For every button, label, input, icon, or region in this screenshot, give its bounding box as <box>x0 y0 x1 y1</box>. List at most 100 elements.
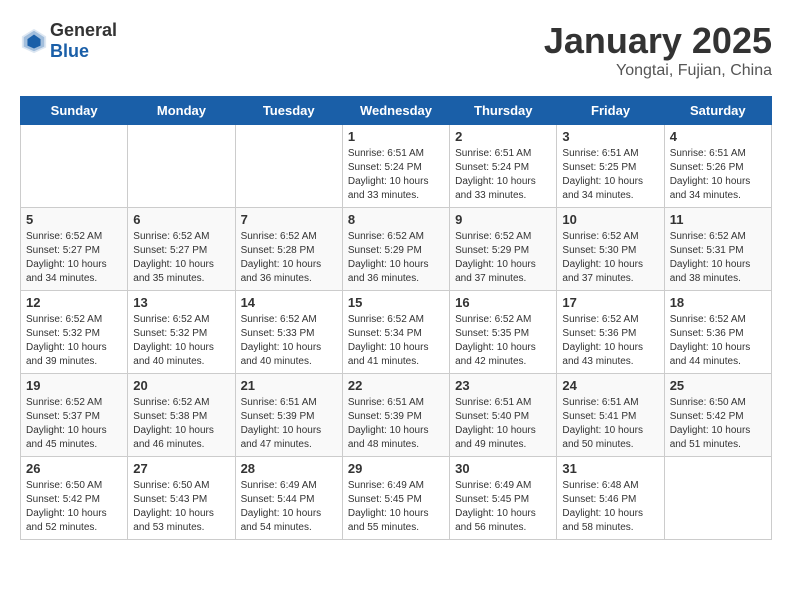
day-number: 4 <box>670 129 766 144</box>
day-number: 21 <box>241 378 337 393</box>
day-info: Sunrise: 6:51 AMSunset: 5:26 PMDaylight:… <box>670 147 766 203</box>
day-info: Sunrise: 6:50 AMSunset: 5:42 PMDaylight:… <box>26 479 122 535</box>
calendar-cell: 9 Sunrise: 6:52 AMSunset: 5:29 PMDaylight… <box>450 208 557 291</box>
calendar-cell: 17Sunrise: 6:52 AMSunset: 5:36 PMDayligh… <box>557 291 664 374</box>
day-number: 23 <box>455 378 551 393</box>
day-info: Sunrise: 6:52 AMSunset: 5:32 PMDaylight:… <box>26 313 122 369</box>
day-number: 9 <box>455 212 551 227</box>
calendar-cell: 16 Sunrise: 6:52 AMSunset: 5:35 PMDayligh… <box>450 291 557 374</box>
calendar-cell: 3Sunrise: 6:51 AMSunset: 5:25 PMDaylight… <box>557 125 664 208</box>
calendar-cell: 24 Sunrise: 6:51 AMSunset: 5:41 PMDayligh… <box>557 374 664 457</box>
day-number: 18 <box>670 295 766 310</box>
day-info: Sunrise: 6:52 AMSunset: 5:28 PMDaylight:… <box>241 230 337 286</box>
calendar-cell <box>128 125 235 208</box>
calendar-cell: 22 Sunrise: 6:51 AMSunset: 5:39 PMDayligh… <box>342 374 449 457</box>
day-info: Sunrise: 6:49 AMSunset: 5:45 PMDaylight:… <box>348 479 444 535</box>
day-number: 11 <box>670 212 766 227</box>
day-number: 16 <box>455 295 551 310</box>
weekday-header: Friday <box>557 97 664 125</box>
day-info: Sunrise: 6:52 AMSunset: 5:27 PMDaylight:… <box>133 230 229 286</box>
day-number: 24 <box>562 378 658 393</box>
calendar-table: SundayMondayTuesdayWednesdayThursdayFrid… <box>20 96 772 540</box>
calendar-week-row: 1 Sunrise: 6:51 AMSunset: 5:24 PMDaylight… <box>21 125 772 208</box>
calendar-cell: 20 Sunrise: 6:52 AMSunset: 5:38 PMDayligh… <box>128 374 235 457</box>
weekday-header: Tuesday <box>235 97 342 125</box>
calendar-week-row: 26 Sunrise: 6:50 AMSunset: 5:42 PMDayligh… <box>21 457 772 540</box>
day-info: Sunrise: 6:52 AMSunset: 5:34 PMDaylight:… <box>348 313 444 369</box>
logo-general: General <box>50 20 117 40</box>
weekday-header-row: SundayMondayTuesdayWednesdayThursdayFrid… <box>21 97 772 125</box>
day-info: Sunrise: 6:52 AMSunset: 5:36 PMDaylight:… <box>562 313 658 369</box>
calendar-cell: 10 Sunrise: 6:52 AMSunset: 5:30 PMDayligh… <box>557 208 664 291</box>
calendar-cell: 28 Sunrise: 6:49 AMSunset: 5:44 PMDayligh… <box>235 457 342 540</box>
calendar-cell: 13Sunrise: 6:52 AMSunset: 5:32 PMDayligh… <box>128 291 235 374</box>
calendar-week-row: 19 Sunrise: 6:52 AMSunset: 5:37 PMDayligh… <box>21 374 772 457</box>
day-number: 19 <box>26 378 122 393</box>
weekday-header: Sunday <box>21 97 128 125</box>
day-number: 28 <box>241 461 337 476</box>
calendar-cell: 12Sunrise: 6:52 AMSunset: 5:32 PMDayligh… <box>21 291 128 374</box>
day-number: 8 <box>348 212 444 227</box>
page-header: General Blue January 2025 Yongtai, Fujia… <box>20 20 772 80</box>
month-title: January 2025 <box>544 20 772 62</box>
day-info: Sunrise: 6:51 AMSunset: 5:41 PMDaylight:… <box>562 396 658 452</box>
day-info: Sunrise: 6:49 AMSunset: 5:44 PMDaylight:… <box>241 479 337 535</box>
calendar-cell <box>664 457 771 540</box>
weekday-header: Thursday <box>450 97 557 125</box>
day-info: Sunrise: 6:52 AMSunset: 5:38 PMDaylight:… <box>133 396 229 452</box>
day-info: Sunrise: 6:51 AMSunset: 5:40 PMDaylight:… <box>455 396 551 452</box>
day-number: 29 <box>348 461 444 476</box>
day-info: Sunrise: 6:52 AMSunset: 5:37 PMDaylight:… <box>26 396 122 452</box>
calendar-cell: 23 Sunrise: 6:51 AMSunset: 5:40 PMDayligh… <box>450 374 557 457</box>
calendar-week-row: 12Sunrise: 6:52 AMSunset: 5:32 PMDayligh… <box>21 291 772 374</box>
logo-text: General Blue <box>50 20 117 62</box>
day-number: 30 <box>455 461 551 476</box>
calendar-cell: 19 Sunrise: 6:52 AMSunset: 5:37 PMDayligh… <box>21 374 128 457</box>
day-info: Sunrise: 6:52 AMSunset: 5:29 PMDaylight:… <box>348 230 444 286</box>
calendar-cell: 21 Sunrise: 6:51 AMSunset: 5:39 PMDayligh… <box>235 374 342 457</box>
day-number: 26 <box>26 461 122 476</box>
calendar-cell: 1 Sunrise: 6:51 AMSunset: 5:24 PMDaylight… <box>342 125 449 208</box>
day-number: 1 <box>348 129 444 144</box>
calendar-cell: 31Sunrise: 6:48 AMSunset: 5:46 PMDayligh… <box>557 457 664 540</box>
calendar-cell: 27Sunrise: 6:50 AMSunset: 5:43 PMDayligh… <box>128 457 235 540</box>
day-number: 2 <box>455 129 551 144</box>
calendar-cell: 29 Sunrise: 6:49 AMSunset: 5:45 PMDayligh… <box>342 457 449 540</box>
logo: General Blue <box>20 20 117 62</box>
calendar-cell: 5Sunrise: 6:52 AMSunset: 5:27 PMDaylight… <box>21 208 128 291</box>
day-info: Sunrise: 6:52 AMSunset: 5:30 PMDaylight:… <box>562 230 658 286</box>
calendar-cell: 18 Sunrise: 6:52 AMSunset: 5:36 PMDayligh… <box>664 291 771 374</box>
day-info: Sunrise: 6:52 AMSunset: 5:29 PMDaylight:… <box>455 230 551 286</box>
calendar-cell: 7 Sunrise: 6:52 AMSunset: 5:28 PMDaylight… <box>235 208 342 291</box>
day-number: 22 <box>348 378 444 393</box>
calendar-cell: 26 Sunrise: 6:50 AMSunset: 5:42 PMDayligh… <box>21 457 128 540</box>
day-info: Sunrise: 6:50 AMSunset: 5:42 PMDaylight:… <box>670 396 766 452</box>
day-number: 14 <box>241 295 337 310</box>
weekday-header: Wednesday <box>342 97 449 125</box>
day-info: Sunrise: 6:51 AMSunset: 5:39 PMDaylight:… <box>241 396 337 452</box>
weekday-header: Saturday <box>664 97 771 125</box>
day-info: Sunrise: 6:50 AMSunset: 5:43 PMDaylight:… <box>133 479 229 535</box>
day-info: Sunrise: 6:52 AMSunset: 5:31 PMDaylight:… <box>670 230 766 286</box>
day-number: 10 <box>562 212 658 227</box>
calendar-cell: 2 Sunrise: 6:51 AMSunset: 5:24 PMDaylight… <box>450 125 557 208</box>
day-number: 13 <box>133 295 229 310</box>
calendar-week-row: 5Sunrise: 6:52 AMSunset: 5:27 PMDaylight… <box>21 208 772 291</box>
calendar-cell <box>21 125 128 208</box>
day-info: Sunrise: 6:51 AMSunset: 5:25 PMDaylight:… <box>562 147 658 203</box>
day-info: Sunrise: 6:52 AMSunset: 5:35 PMDaylight:… <box>455 313 551 369</box>
calendar-cell: 6 Sunrise: 6:52 AMSunset: 5:27 PMDaylight… <box>128 208 235 291</box>
day-number: 25 <box>670 378 766 393</box>
day-number: 7 <box>241 212 337 227</box>
day-info: Sunrise: 6:52 AMSunset: 5:36 PMDaylight:… <box>670 313 766 369</box>
day-info: Sunrise: 6:51 AMSunset: 5:39 PMDaylight:… <box>348 396 444 452</box>
day-info: Sunrise: 6:51 AMSunset: 5:24 PMDaylight:… <box>455 147 551 203</box>
location-subtitle: Yongtai, Fujian, China <box>544 62 772 80</box>
day-info: Sunrise: 6:52 AMSunset: 5:27 PMDaylight:… <box>26 230 122 286</box>
day-number: 6 <box>133 212 229 227</box>
day-info: Sunrise: 6:49 AMSunset: 5:45 PMDaylight:… <box>455 479 551 535</box>
logo-blue: Blue <box>50 41 89 61</box>
calendar-cell: 14Sunrise: 6:52 AMSunset: 5:33 PMDayligh… <box>235 291 342 374</box>
day-number: 20 <box>133 378 229 393</box>
day-info: Sunrise: 6:51 AMSunset: 5:24 PMDaylight:… <box>348 147 444 203</box>
